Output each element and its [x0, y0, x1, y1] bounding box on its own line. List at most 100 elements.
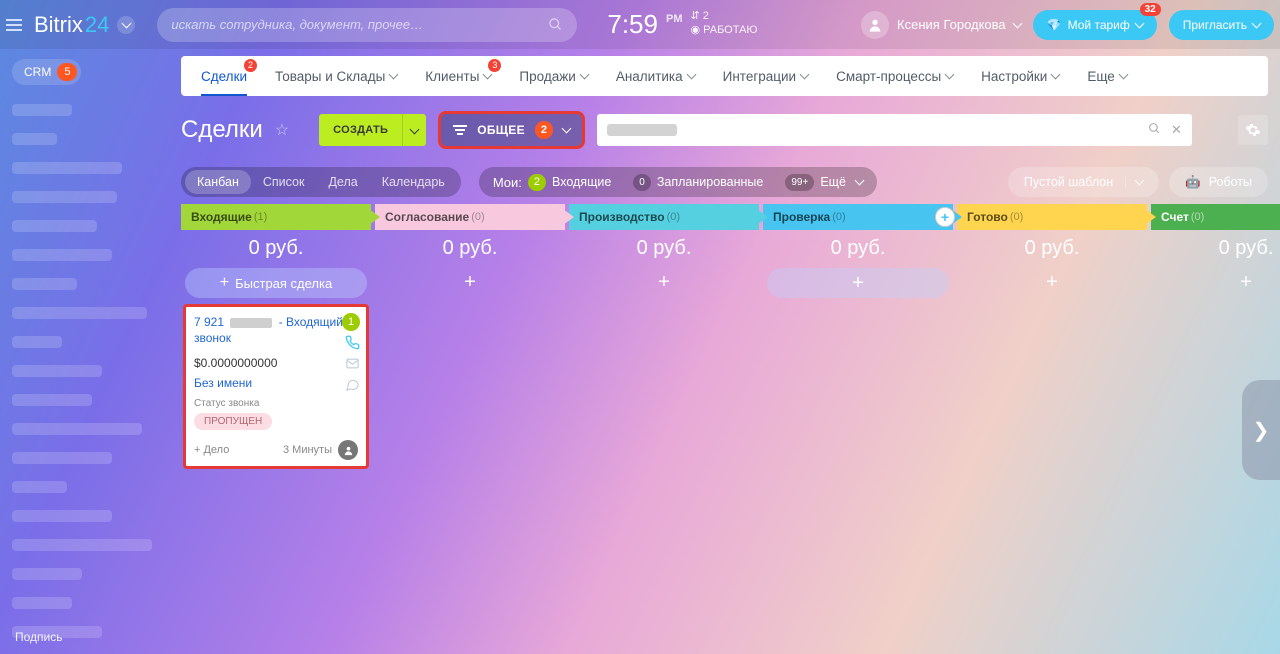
tab-6[interactable]: Смарт-процессы [836, 56, 953, 96]
tariff-badge: 32 [1140, 3, 1161, 16]
filter-search[interactable]: ✕ [597, 114, 1192, 146]
column-header[interactable]: Счет (0) [1151, 204, 1280, 230]
menu-icon[interactable] [6, 19, 22, 31]
kanban-column-4: Готово (0)0 руб.+ [957, 204, 1147, 654]
tab-0[interactable]: Сделки2 [201, 56, 247, 96]
column-header[interactable]: Входящие (1) [181, 204, 371, 230]
view-pill-Дела[interactable]: Дела [316, 170, 369, 194]
bottom-signature[interactable]: Подпись [15, 630, 63, 644]
card-contact[interactable]: Без имени [194, 376, 358, 390]
column-add-button[interactable]: + [961, 268, 1143, 296]
section-tabs: Сделки2 Товары и Склады Клиенты3 Продажи Ана… [181, 56, 1268, 96]
filter-search-icon[interactable] [1148, 122, 1161, 138]
template-button[interactable]: Пустой шаблон [1008, 167, 1159, 197]
clock-time: 7:59 [607, 9, 658, 40]
username: Ксения Городкова [897, 17, 1006, 32]
logo-text: Bitrix [34, 12, 83, 38]
tab-4[interactable]: Аналитика [616, 56, 695, 96]
crm-pill[interactable]: CRM 5 [12, 59, 81, 85]
view-switch-row: КанбанСписокДелаКалендарь Мои: 2 Входящи… [181, 166, 1268, 198]
logo[interactable]: Bitrix 24 [34, 12, 135, 38]
invite-label: Пригласить [1183, 18, 1247, 32]
tab-badge: 3 [488, 59, 501, 72]
filter-badge: 2 [535, 121, 553, 139]
tab-2[interactable]: Клиенты3 [425, 56, 491, 96]
tab-8[interactable]: Еще [1087, 56, 1126, 96]
column-header[interactable]: Согласование (0) [375, 204, 565, 230]
robots-button[interactable]: 🤖 Роботы [1169, 167, 1268, 197]
column-sum: 0 руб. [569, 230, 759, 266]
kanban-column-1: Согласование (0)0 руб.+ [375, 204, 565, 654]
planned-link[interactable]: Запланированные [657, 175, 764, 189]
invite-button[interactable]: Пригласить [1169, 10, 1274, 40]
tab-5[interactable]: Интеграции [723, 56, 808, 96]
chevron-down-icon [1120, 71, 1127, 82]
column-header[interactable]: Производство (0) [569, 204, 759, 230]
card-add-deal[interactable]: + Дело [194, 444, 229, 456]
settings-gear-button[interactable] [1238, 115, 1268, 145]
my-label: Мои: [493, 175, 522, 190]
column-sum: 0 руб. [1151, 230, 1280, 266]
card-title[interactable]: 7 921 - Входящий звонок [194, 315, 358, 346]
column-add-button[interactable]: + [573, 268, 755, 296]
create-dropdown-icon[interactable] [402, 114, 426, 146]
column-header[interactable]: Проверка (0)+ [763, 204, 953, 230]
filter-button[interactable]: ОБЩЕЕ 2 [438, 111, 585, 149]
card-status-tag: ПРОПУЩЕН [194, 413, 272, 430]
column-sum: 0 руб. [375, 230, 565, 266]
clock[interactable]: 7:59 PM ⇵ 2 ◉ РАБОТАЮ [607, 9, 757, 40]
card-amount: $0.0000000000 [194, 356, 358, 370]
view-pill-Канбан[interactable]: Канбан [185, 170, 251, 194]
card-avatar-icon[interactable] [338, 440, 358, 460]
tariff-button[interactable]: 💎 Мой тариф 32 [1033, 10, 1157, 40]
view-pill-Календарь[interactable]: Календарь [370, 170, 457, 194]
column-sum: 0 руб. [181, 230, 371, 266]
search-icon[interactable] [548, 17, 563, 32]
column-add-button[interactable]: + [379, 268, 561, 296]
view-pill-Список[interactable]: Список [251, 170, 317, 194]
tariff-label: Мой тариф [1068, 18, 1130, 32]
create-label[interactable]: СОЗДАТЬ [319, 124, 402, 136]
column-header[interactable]: Готово (0) [957, 204, 1147, 230]
chevron-down-icon [688, 71, 695, 82]
more-chevron-icon[interactable] [856, 173, 863, 191]
filter-chevron-icon [563, 121, 570, 139]
mail-icon[interactable] [345, 356, 360, 371]
scroll-right-handle[interactable]: ❯ [1242, 380, 1280, 480]
chevron-down-icon [946, 71, 953, 82]
column-add-button[interactable]: + [1155, 268, 1280, 296]
invite-chevron-icon [1253, 18, 1260, 32]
tab-1[interactable]: Товары и Склады [275, 56, 397, 96]
app-header: Bitrix 24 7:59 PM ⇵ 2 ◉ РАБОТАЮ Ксения Г… [0, 0, 1280, 49]
template-label: Пустой шаблон [1024, 175, 1113, 189]
tariff-chevron-icon [1136, 18, 1143, 32]
my-filter-group: Мои: 2 Входящие 0 Запланированные 99+ Ещ… [479, 167, 877, 197]
incoming-badge: 2 [528, 174, 546, 191]
tab-3[interactable]: Продажи [519, 56, 587, 96]
column-add-icon[interactable]: + [935, 207, 955, 227]
kanban-board: Входящие (1)0 руб.+Быстрая сделка17 921 … [181, 204, 1280, 654]
avatar-icon [861, 11, 889, 39]
search-input[interactable] [171, 17, 548, 32]
favorite-star-icon[interactable]: ☆ [275, 120, 289, 140]
tab-7[interactable]: Настройки [981, 56, 1059, 96]
global-search[interactable] [157, 8, 577, 42]
more-link[interactable]: Ещё [820, 175, 846, 189]
title-row: Сделки ☆ СОЗДАТЬ ОБЩЕЕ 2 ✕ [181, 108, 1268, 152]
filter-icon [453, 125, 467, 135]
column-add-button[interactable]: + [767, 268, 949, 298]
card-status-label: Статус звонка [194, 398, 358, 409]
quick-add-button[interactable]: +Быстрая сделка [185, 268, 367, 298]
user-chevron-icon[interactable] [1014, 17, 1021, 32]
template-chevron-icon[interactable] [1125, 177, 1143, 188]
logo-chevron-icon[interactable] [117, 16, 135, 34]
incoming-link[interactable]: Входящие [552, 175, 611, 189]
create-button[interactable]: СОЗДАТЬ [319, 114, 426, 146]
filter-clear-icon[interactable]: ✕ [1171, 122, 1182, 138]
deal-card[interactable]: 17 921 - Входящий звонок$0.0000000000Без… [183, 304, 369, 469]
logo-sub: 24 [85, 12, 109, 38]
chat-icon[interactable] [345, 377, 360, 392]
user-menu[interactable]: Ксения Городкова [861, 11, 1021, 39]
clock-meta2: РАБОТАЮ [703, 24, 757, 36]
phone-icon[interactable] [345, 335, 360, 350]
